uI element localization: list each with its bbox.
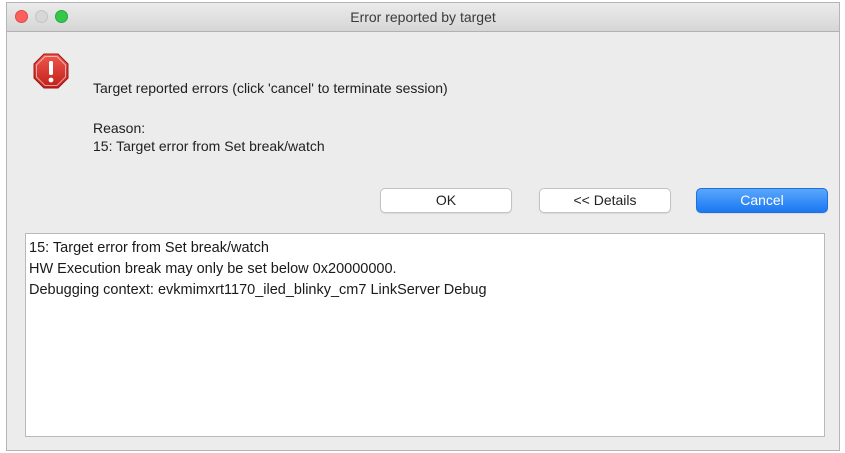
details-text-area[interactable]: 15: Target error from Set break/watch HW…: [25, 233, 825, 437]
reason-text: 15: Target error from Set break/watch: [93, 138, 325, 154]
details-line: Debugging context: evkmimxrt1170_iled_bl…: [29, 282, 487, 298]
title-bar[interactable]: Error reported by target: [7, 3, 839, 32]
error-dialog-window: Error reported by target Target reported…: [6, 2, 840, 451]
reason-label: Reason:: [93, 120, 146, 136]
error-headline: Target reported errors (click 'cancel' t…: [93, 80, 448, 96]
cancel-button[interactable]: Cancel: [696, 188, 828, 213]
alert-stop-icon: [33, 53, 69, 89]
ok-button[interactable]: OK: [380, 188, 512, 213]
details-line: HW Execution break may only be set below…: [29, 261, 397, 277]
details-line: 15: Target error from Set break/watch: [29, 240, 269, 256]
window-title: Error reported by target: [350, 9, 496, 25]
details-toggle-button[interactable]: << Details: [539, 188, 671, 213]
